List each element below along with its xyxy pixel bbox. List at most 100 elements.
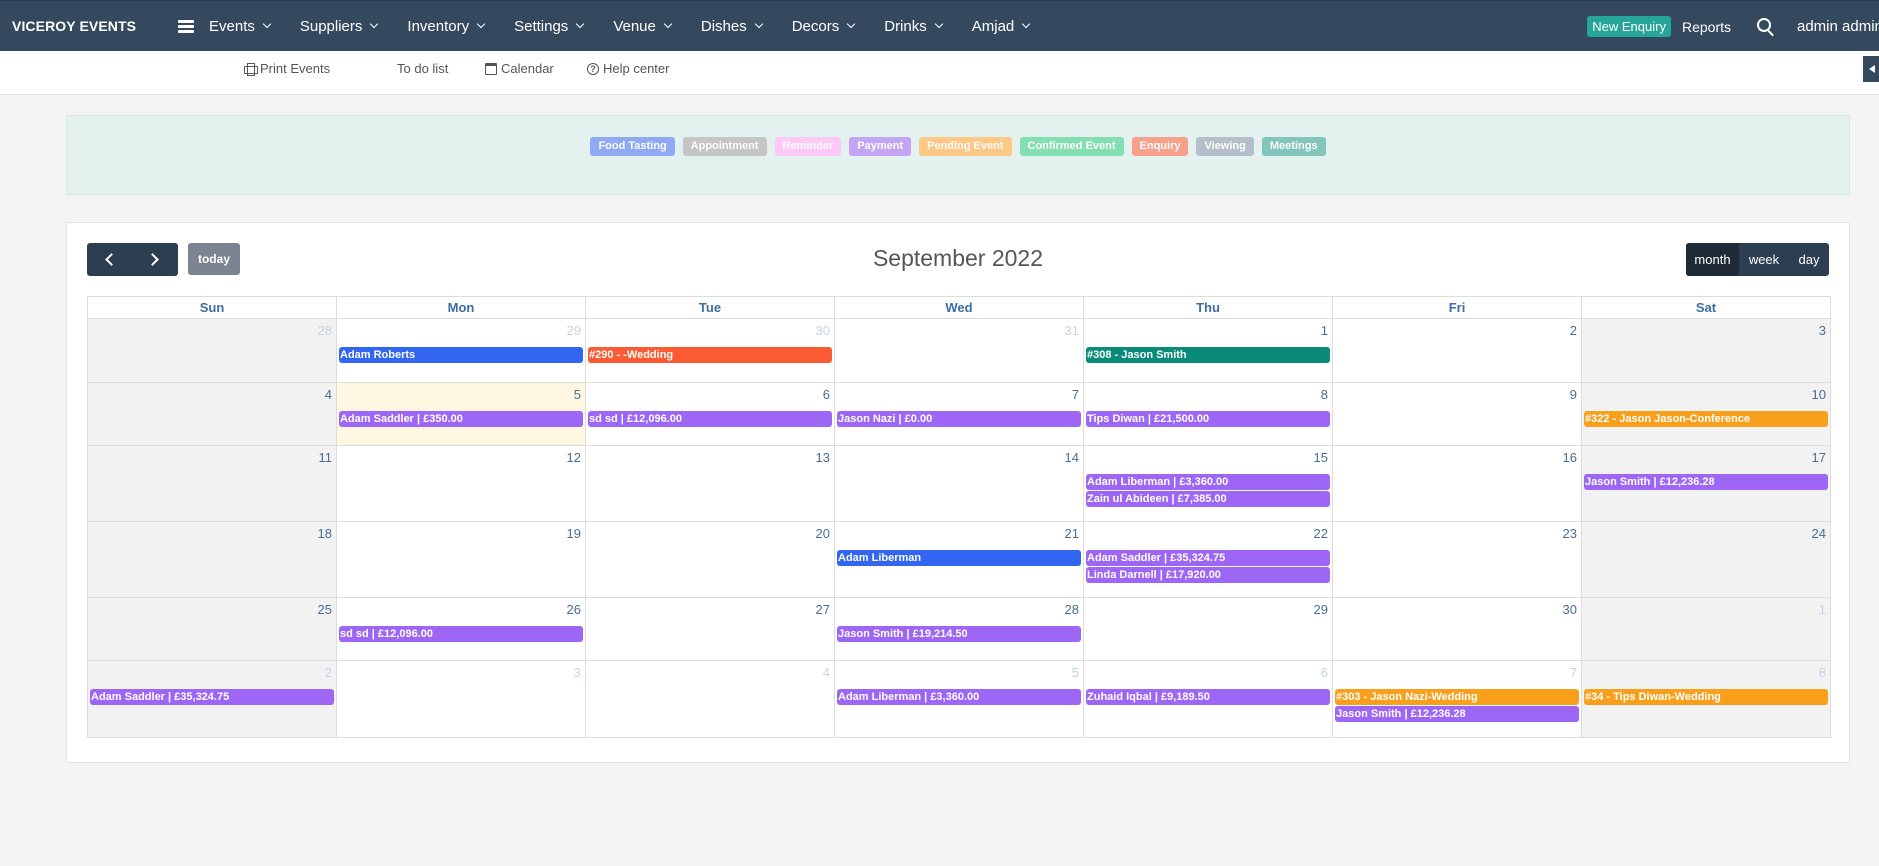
print-events-link[interactable]: Print Events: [244, 61, 330, 76]
day-number[interactable]: 29: [1314, 602, 1328, 617]
day-number[interactable]: 3: [574, 665, 581, 680]
day-number[interactable]: 3: [1819, 323, 1826, 338]
view-day-button[interactable]: day: [1789, 243, 1829, 276]
day-number[interactable]: 8: [1321, 387, 1328, 402]
user-menu[interactable]: admin admin: [1797, 18, 1879, 35]
new-enquiry-button[interactable]: New Enquiry: [1587, 16, 1671, 37]
day-cell[interactable]: 2 Adam Saddler | £35,324.75: [88, 661, 337, 737]
nav-amjad[interactable]: Amjad: [972, 18, 1031, 35]
day-number[interactable]: 7: [1072, 387, 1079, 402]
day-cell[interactable]: 12: [337, 446, 586, 521]
calendar-event[interactable]: Adam Liberman | £3,360.00: [1086, 474, 1330, 490]
day-number[interactable]: 14: [1065, 450, 1079, 465]
day-number[interactable]: 16: [1563, 450, 1577, 465]
day-number[interactable]: 18: [318, 526, 332, 541]
prev-month-button[interactable]: [87, 243, 132, 276]
day-number[interactable]: 25: [318, 602, 332, 617]
search-icon[interactable]: [1757, 17, 1775, 36]
day-cell[interactable]: 29: [1084, 598, 1333, 660]
day-cell[interactable]: 28: [88, 319, 337, 382]
day-number[interactable]: 1: [1321, 323, 1328, 338]
day-number[interactable]: 27: [816, 602, 830, 617]
day-cell[interactable]: 11: [88, 446, 337, 521]
calendar-event[interactable]: #290 - -Wedding: [588, 347, 832, 363]
day-number[interactable]: 11: [319, 450, 333, 465]
day-number[interactable]: 12: [567, 450, 581, 465]
reports-link[interactable]: Reports: [1682, 19, 1731, 35]
calendar-event[interactable]: #303 - Jason Nazi-Wedding: [1335, 689, 1579, 705]
calendar-event[interactable]: Zain ul Abideen | £7,385.00: [1086, 491, 1330, 507]
day-cell[interactable]: 29 Adam Roberts: [337, 319, 586, 382]
day-number[interactable]: 5: [1072, 665, 1079, 680]
day-cell[interactable]: 9: [1333, 383, 1582, 445]
day-number[interactable]: 22: [1314, 526, 1328, 541]
day-number[interactable]: 24: [1812, 526, 1826, 541]
today-button[interactable]: today: [188, 243, 240, 275]
nav-dishes[interactable]: Dishes: [701, 18, 763, 35]
day-number[interactable]: 30: [1563, 602, 1577, 617]
day-number[interactable]: 13: [816, 450, 830, 465]
day-number[interactable]: 4: [325, 387, 332, 402]
calendar-event[interactable]: Adam Saddler | £35,324.75: [90, 689, 334, 705]
calendar-link[interactable]: Calendar: [485, 61, 554, 76]
day-cell[interactable]: 19: [337, 522, 586, 597]
calendar-event[interactable]: Adam Roberts: [339, 347, 583, 363]
nav-events[interactable]: Events: [209, 18, 272, 35]
day-cell[interactable]: 23: [1333, 522, 1582, 597]
day-number[interactable]: 17: [1812, 450, 1826, 465]
nav-decors[interactable]: Decors: [792, 18, 856, 35]
day-number[interactable]: 29: [567, 323, 581, 338]
day-cell[interactable]: 10 #322 - Jason Jason-Conference: [1582, 383, 1831, 445]
next-month-button[interactable]: [132, 243, 177, 276]
day-cell[interactable]: 22 Adam Saddler | £35,324.75 Linda Darnell…: [1084, 522, 1333, 597]
day-cell[interactable]: 5 Adam Liberman | £3,360.00: [835, 661, 1084, 737]
day-number[interactable]: 30: [816, 323, 830, 338]
day-number[interactable]: 9: [1570, 387, 1577, 402]
calendar-event[interactable]: #322 - Jason Jason-Conference: [1584, 411, 1828, 427]
day-cell[interactable]: 8 Tips Diwan | £21,500.00: [1084, 383, 1333, 445]
day-cell[interactable]: 6 Zuhaid Iqbal | £9,189.50: [1084, 661, 1333, 737]
day-number[interactable]: 20: [816, 526, 830, 541]
calendar-event[interactable]: sd sd | £12,096.00: [339, 626, 583, 642]
day-number[interactable]: 19: [567, 526, 581, 541]
day-number[interactable]: 5: [574, 387, 581, 402]
day-number[interactable]: 21: [1065, 526, 1079, 541]
day-number[interactable]: 2: [1570, 323, 1577, 338]
day-cell[interactable]: 3: [337, 661, 586, 737]
todo-list-link[interactable]: To do list: [381, 61, 448, 76]
day-number[interactable]: 31: [1065, 323, 1079, 338]
day-cell[interactable]: 25: [88, 598, 337, 660]
view-week-button[interactable]: week: [1739, 243, 1789, 276]
day-number[interactable]: 1: [1819, 602, 1826, 617]
calendar-event[interactable]: Jason Smith | £12,236.28: [1584, 474, 1828, 490]
day-cell[interactable]: 14: [835, 446, 1084, 521]
day-cell[interactable]: 4: [88, 383, 337, 445]
calendar-event[interactable]: Jason Nazi | £0.00: [837, 411, 1081, 427]
day-cell[interactable]: 1: [1582, 598, 1831, 660]
day-cell[interactable]: 31: [835, 319, 1084, 382]
day-cell[interactable]: 7 #303 - Jason Nazi-Wedding Jason Smith | …: [1333, 661, 1582, 737]
day-number[interactable]: 28: [1065, 602, 1079, 617]
day-number[interactable]: 23: [1563, 526, 1577, 541]
day-number[interactable]: 8: [1819, 665, 1826, 680]
help-center-link[interactable]: ? Help center: [587, 61, 669, 76]
calendar-event[interactable]: Zuhaid Iqbal | £9,189.50: [1086, 689, 1330, 705]
day-cell[interactable]: 24: [1582, 522, 1831, 597]
day-cell[interactable]: 15 Adam Liberman | £3,360.00 Zain ul Abide…: [1084, 446, 1333, 521]
calendar-event[interactable]: sd sd | £12,096.00: [588, 411, 832, 427]
brand-logo[interactable]: VICEROY EVENTS: [12, 18, 172, 34]
day-number[interactable]: 10: [1812, 387, 1826, 402]
day-cell[interactable]: 8 #34 - Tips Diwan-Wedding: [1582, 661, 1831, 737]
calendar-event[interactable]: Adam Liberman: [837, 550, 1081, 566]
day-number[interactable]: 4: [823, 665, 830, 680]
calendar-event[interactable]: Adam Saddler | £35,324.75: [1086, 550, 1330, 566]
day-number[interactable]: 6: [823, 387, 830, 402]
day-cell[interactable]: 28 Jason Smith | £19,214.50: [835, 598, 1084, 660]
day-cell[interactable]: 27: [586, 598, 835, 660]
calendar-event[interactable]: #34 - Tips Diwan-Wedding: [1584, 689, 1828, 705]
calendar-event[interactable]: Linda Darnell | £17,920.00: [1086, 567, 1330, 583]
day-cell-today[interactable]: 5 Adam Saddler | £350.00: [337, 383, 586, 445]
day-cell[interactable]: 1 #308 - Jason Smith: [1084, 319, 1333, 382]
sidebar-toggle-button[interactable]: [1863, 56, 1879, 82]
view-month-button[interactable]: month: [1686, 243, 1739, 276]
